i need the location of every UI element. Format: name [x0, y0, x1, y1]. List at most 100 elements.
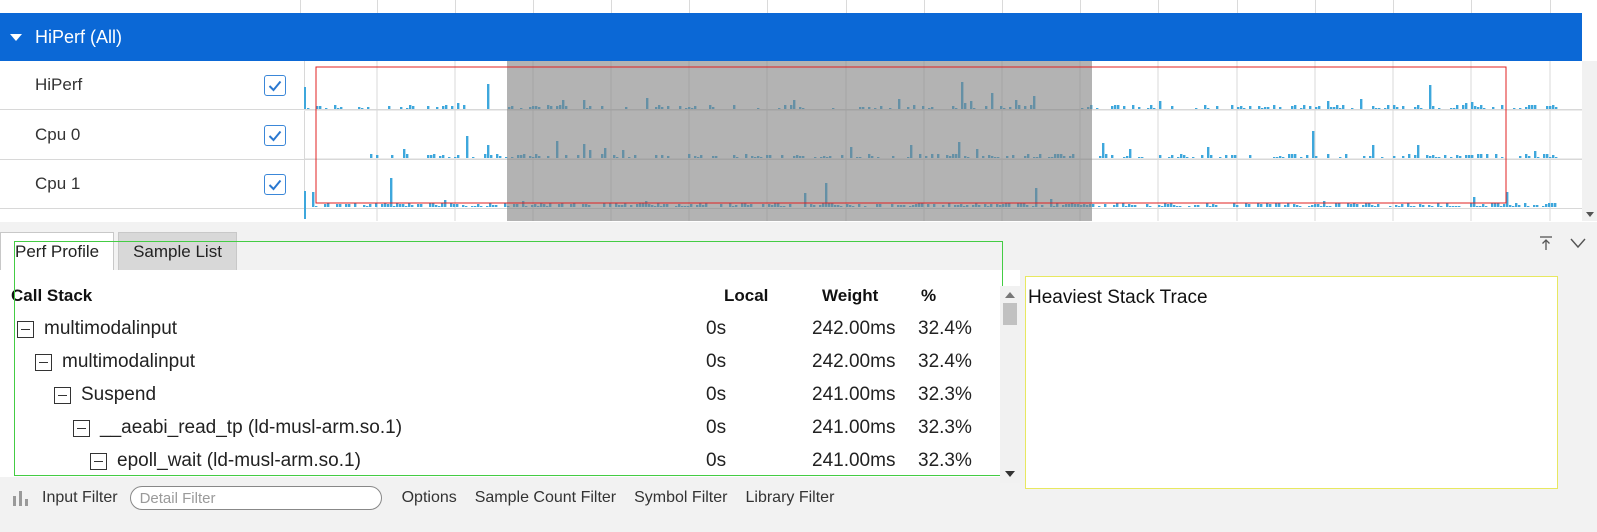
sample-bar: [1474, 106, 1477, 109]
header-call-stack[interactable]: Call Stack: [11, 286, 92, 306]
timeline-scrollbar[interactable]: [1582, 61, 1597, 221]
sample-bar: [457, 103, 460, 109]
symbol-filter-link[interactable]: Symbol Filter: [634, 489, 727, 507]
timeline-gridline: [533, 0, 534, 13]
sample-bar: [445, 105, 448, 109]
collapse-icon[interactable]: [54, 387, 71, 404]
sample-bar: [363, 205, 366, 207]
collapse-icon[interactable]: [35, 354, 52, 371]
scroll-thumb[interactable]: [1003, 303, 1017, 325]
sample-bar: [324, 204, 327, 207]
sample-bar: [1267, 107, 1270, 109]
sample-bar: [1147, 108, 1150, 109]
call-tree-scrollbar[interactable]: [1000, 286, 1020, 483]
sample-bar: [1471, 155, 1474, 158]
sample-bar: [1114, 105, 1117, 109]
sample-bar: [1387, 105, 1390, 109]
header-local[interactable]: Local: [724, 286, 768, 306]
sample-bar: [465, 206, 468, 207]
caret-down-icon[interactable]: [10, 33, 22, 41]
sample-bar: [1219, 157, 1222, 158]
tree-row[interactable]: multimodalinput 0s 242.00ms 32.4%: [0, 347, 1000, 380]
sample-bar: [1126, 156, 1129, 158]
checkmark-icon: [268, 130, 282, 141]
collapse-icon[interactable]: [73, 420, 90, 437]
sample-bar: [1294, 154, 1297, 158]
sample-bar: [1431, 206, 1434, 207]
collapse-icon[interactable]: [90, 453, 107, 470]
sample-bar: [1422, 205, 1425, 207]
group-header-hiperf[interactable]: HiPerf (All): [0, 13, 1582, 61]
sample-bar: [1393, 156, 1396, 158]
sample-bar: [1402, 106, 1405, 109]
sample-bar: [1414, 155, 1417, 158]
sample-bar: [1377, 204, 1380, 207]
library-filter-link[interactable]: Library Filter: [745, 489, 834, 507]
sample-bar: [1279, 156, 1282, 158]
sample-bar: [1282, 157, 1285, 158]
sample-bar: [1497, 203, 1500, 207]
sample-bar: [1201, 155, 1204, 158]
sample-bar: [466, 136, 469, 158]
tree-row[interactable]: Suspend 0s 241.00ms 32.3%: [0, 380, 1000, 413]
sample-bar: [1159, 155, 1162, 158]
sample-bar: [1113, 205, 1116, 207]
sample-bar: [1450, 157, 1453, 158]
sample-bar: [312, 192, 315, 207]
track-checkbox[interactable]: [264, 75, 286, 96]
input-filter-label[interactable]: Input Filter: [42, 489, 118, 507]
sample-bar: [1243, 108, 1246, 109]
bar-chart-icon[interactable]: [12, 489, 30, 507]
track-canvas[interactable]: [304, 61, 1582, 221]
tree-row[interactable]: multimodalinput 0s 242.00ms 32.4%: [0, 314, 1000, 347]
timeline-gridline: [1315, 0, 1316, 13]
tab-bar: Perf Profile Sample List: [0, 232, 241, 270]
sample-bar: [1429, 156, 1432, 158]
sample-bar: [1473, 197, 1476, 207]
sample-bar: [1438, 108, 1441, 109]
scroll-down-icon[interactable]: [1586, 212, 1594, 217]
sample-bar: [453, 204, 456, 207]
sample-bar: [1528, 156, 1531, 158]
scroll-up-icon[interactable]: [1005, 292, 1015, 298]
tree-row[interactable]: epoll_wait (ld-musl-arm.so.1) 0s 241.00m…: [0, 446, 1000, 479]
time-selection-overlay: [507, 61, 1092, 221]
track-checkbox[interactable]: [264, 174, 286, 195]
sample-bar: [336, 204, 339, 207]
tree-row-name: multimodalinput: [62, 351, 196, 372]
tree-row[interactable]: __aeabi_read_tp (ld-musl-arm.so.1) 0s 24…: [0, 413, 1000, 446]
sample-bar: [361, 108, 364, 109]
collapse-icon[interactable]: [17, 321, 34, 338]
header-weight[interactable]: Weight: [822, 286, 878, 306]
sample-bar: [1231, 155, 1234, 158]
tree-row-weight: 241.00ms: [812, 384, 896, 405]
sample-bar: [1273, 157, 1276, 158]
header-pct[interactable]: %: [921, 286, 936, 306]
sample-bar: [1555, 107, 1558, 109]
sample-bar: [1372, 145, 1375, 158]
chevron-down-icon[interactable]: [1569, 234, 1587, 252]
sample-bar: [1437, 203, 1440, 207]
detail-filter-input[interactable]: [129, 486, 382, 510]
sample-bar: [1266, 203, 1269, 207]
sample-bar: [370, 154, 373, 158]
tab-perf-profile[interactable]: Perf Profile: [0, 232, 115, 270]
timeline-gridline: [1471, 0, 1472, 13]
tab-sample-list[interactable]: Sample List: [118, 232, 237, 270]
sample-count-filter-link[interactable]: Sample Count Filter: [475, 489, 616, 507]
sample-bar: [1105, 154, 1108, 158]
sample-bar: [1537, 157, 1540, 158]
options-link[interactable]: Options: [402, 489, 457, 507]
sample-bar: [456, 204, 459, 207]
tree-row-local: 0s: [706, 384, 727, 405]
sample-bar: [405, 206, 408, 207]
sample-bar: [1234, 155, 1237, 158]
pin-top-icon[interactable]: [1537, 234, 1555, 252]
scroll-down-icon[interactable]: [1005, 471, 1015, 477]
sample-bar: [1378, 108, 1381, 109]
sample-bar: [1171, 155, 1174, 158]
track-checkbox[interactable]: [264, 125, 286, 146]
sample-bar: [1449, 206, 1452, 207]
sample-bar: [1360, 99, 1363, 109]
sample-bar: [1525, 107, 1528, 109]
